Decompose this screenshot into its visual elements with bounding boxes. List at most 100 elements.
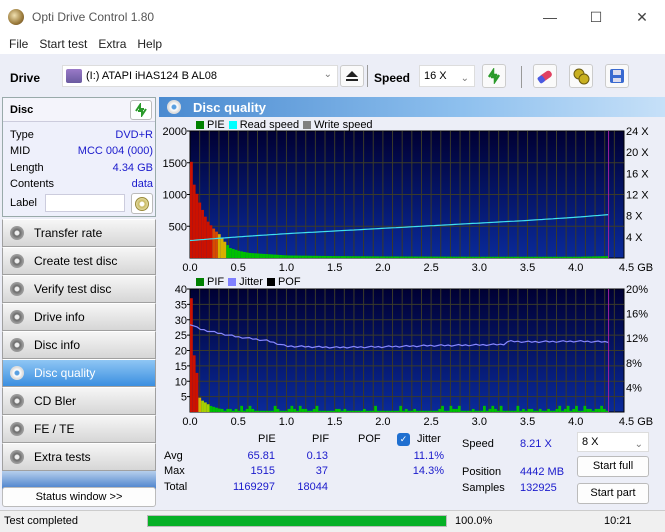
disc-icon [10, 254, 24, 268]
stats-header-pif: PIF [312, 433, 330, 445]
y-right-tick-label: 16% [626, 309, 648, 321]
data-bar [248, 405, 252, 412]
drive-select[interactable]: (I:) ATAPI iHAS124 B AL08 ⌄ [62, 65, 338, 87]
data-bar [499, 256, 503, 258]
data-bar [195, 372, 199, 412]
test-speed-value: 8 X [582, 436, 599, 448]
data-bar [231, 410, 235, 412]
data-bar [385, 256, 389, 258]
nav-extra-tests[interactable]: Extra tests [2, 443, 156, 471]
menu-help[interactable]: Help [137, 37, 162, 51]
test-nav: Transfer rate Create test disc Verify te… [2, 219, 156, 491]
refresh-icon [487, 68, 501, 84]
nav-create-test-disc[interactable]: Create test disc [2, 247, 156, 275]
speed-select[interactable]: 16 X ⌄ [419, 65, 475, 87]
data-bar [337, 256, 341, 258]
data-bar [474, 410, 478, 412]
data-bar [410, 256, 414, 258]
cd-icon [135, 196, 149, 211]
start-full-button[interactable]: Start full [577, 456, 649, 477]
nav-disc-quality[interactable]: Disc quality [2, 359, 156, 387]
minimize-button[interactable]: — [527, 0, 573, 34]
y-tick-label: 500 [169, 221, 187, 233]
data-bar [220, 237, 224, 258]
data-bar [513, 256, 517, 258]
nav-disc-info[interactable]: Disc info [2, 331, 156, 359]
data-bar [298, 255, 302, 258]
data-bar [413, 408, 417, 412]
data-bar [349, 256, 352, 258]
nav-label: Disc info [34, 338, 81, 352]
x-tick-label: 0.0 [182, 416, 197, 427]
chevron-down-icon: ⌄ [634, 439, 643, 450]
status-window-button[interactable]: Status window >> [2, 487, 156, 507]
data-bar [340, 410, 344, 412]
app-window: Opti Drive Control 1.80 — ☐ ✕ File Start… [0, 0, 665, 532]
data-bar [558, 405, 562, 412]
disc-label-key: Label [10, 197, 37, 209]
data-bar [309, 255, 313, 258]
nav-fe-te[interactable]: FE / TE [2, 415, 156, 443]
nav-cd-bler[interactable]: CD Bler [2, 387, 156, 415]
data-bar [516, 256, 520, 258]
data-bar [404, 408, 408, 412]
x-tick-label: 1.5 [327, 262, 342, 274]
data-bar [600, 256, 603, 258]
test-speed-select[interactable]: 8 X ⌄ [577, 432, 649, 452]
progress-text: 100.0% [455, 515, 493, 527]
data-bar [245, 408, 249, 412]
y-tick-label: 25 [175, 330, 187, 342]
erase-button[interactable] [533, 64, 557, 88]
disc-label-input[interactable] [45, 194, 125, 212]
data-bar [427, 410, 430, 412]
data-bar [231, 248, 235, 258]
jitter-checkbox[interactable]: ✓ [397, 433, 410, 446]
settings-button[interactable] [569, 64, 593, 88]
data-bar [343, 256, 347, 258]
data-bar [446, 256, 450, 258]
data-bar [201, 209, 204, 258]
data-bar [469, 410, 472, 412]
data-bar [508, 410, 511, 412]
data-bar [282, 255, 285, 258]
nav-transfer-rate[interactable]: Transfer rate [2, 219, 156, 247]
data-bar [206, 404, 210, 412]
menu-file[interactable]: File [9, 37, 28, 51]
data-bar [591, 256, 595, 258]
save-button[interactable] [605, 64, 629, 88]
data-bar [577, 256, 581, 258]
data-bar [600, 405, 603, 412]
data-bar [541, 256, 545, 258]
disc-length-row: Length 4.34 GB [10, 162, 153, 178]
data-bar [365, 410, 369, 412]
eject-button[interactable] [340, 65, 364, 87]
data-bar [407, 410, 411, 412]
data-bar [586, 408, 590, 412]
data-bar [569, 410, 573, 412]
disc-icon [10, 310, 24, 324]
menu-extra[interactable]: Extra [98, 37, 126, 51]
close-button[interactable]: ✕ [619, 0, 665, 34]
data-bar [549, 256, 553, 258]
data-bar [349, 410, 352, 412]
data-bar [276, 408, 280, 412]
refresh-speed-button[interactable] [482, 64, 506, 88]
data-bar [268, 254, 271, 258]
maximize-button[interactable]: ☐ [573, 0, 619, 34]
data-bar [602, 408, 606, 412]
disc-label-button[interactable] [131, 193, 153, 214]
data-bar [195, 193, 199, 258]
nav-drive-info[interactable]: Drive info [2, 303, 156, 331]
data-bar [326, 255, 330, 258]
nav-verify-test-disc[interactable]: Verify test disc [2, 275, 156, 303]
data-bar [482, 405, 486, 412]
disc-refresh-button[interactable] [130, 100, 152, 120]
data-bar [329, 256, 333, 258]
data-bar [374, 256, 377, 258]
data-bar [435, 410, 439, 412]
start-part-button[interactable]: Start part [577, 483, 649, 504]
data-bar [446, 410, 450, 412]
data-bar [276, 254, 280, 258]
menu-start-test[interactable]: Start test [39, 37, 87, 51]
nav-label: Transfer rate [34, 226, 103, 240]
